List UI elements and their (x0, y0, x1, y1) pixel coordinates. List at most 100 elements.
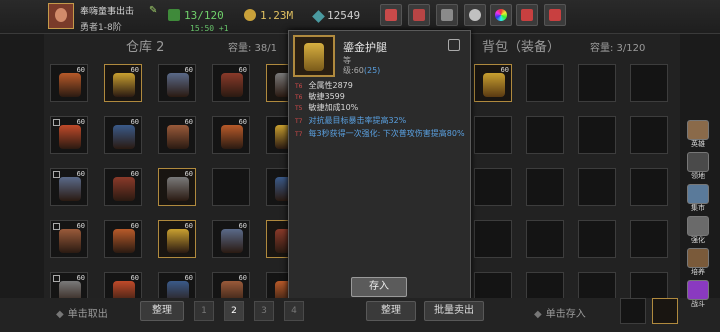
backpack-slot[interactable] (630, 168, 668, 206)
backpack-slot[interactable] (578, 220, 616, 258)
equipment-item-icon (167, 125, 189, 149)
backpack-slot[interactable] (526, 116, 564, 154)
item-level-badge: 60 (76, 222, 85, 230)
warehouse-slot[interactable]: 60 (104, 64, 142, 102)
mail-icon (413, 9, 425, 21)
item-level-badge: 60 (238, 222, 247, 230)
energy-stat: 13/120 (168, 9, 224, 22)
equipment-item-icon (221, 73, 243, 97)
warehouse-slot[interactable]: 60 (158, 220, 196, 258)
warehouse-slot[interactable]: 60 (50, 116, 88, 154)
side-menu-item[interactable]: 培养 (684, 248, 712, 280)
side-menu-item[interactable]: 战斗 (684, 280, 712, 312)
item-level-badge: 60 (184, 274, 193, 282)
equipment-item-icon (59, 177, 81, 201)
equipment-item-icon (113, 229, 135, 253)
equipment-item-icon (113, 125, 135, 149)
store-hint: ◆ 单击存入 (534, 309, 586, 320)
backpack-slot[interactable] (526, 220, 564, 258)
backpack-slot[interactable] (474, 220, 512, 258)
store-button[interactable]: 存入 (351, 277, 407, 297)
warehouse-slot[interactable]: 60 (50, 168, 88, 206)
territory-icon (687, 152, 709, 172)
warehouse-slot[interactable]: 60 (104, 168, 142, 206)
attr-line: T5 敏捷加成10% (295, 103, 359, 112)
backpack-slot[interactable] (578, 116, 616, 154)
warehouse-slot[interactable]: 60 (158, 64, 196, 102)
hero-icon (687, 120, 709, 140)
side-menu-item[interactable]: 强化 (684, 216, 712, 248)
backpack-slot[interactable] (630, 116, 668, 154)
warehouse-slot[interactable]: 60 (50, 220, 88, 258)
close-button[interactable] (544, 4, 566, 26)
warehouse-slot[interactable]: 60 (50, 64, 88, 102)
warehouse-slot[interactable] (212, 168, 250, 206)
equipment-preview-slot[interactable] (652, 298, 678, 324)
equipment-item-icon (113, 73, 135, 97)
attr-line: T6 敏捷3599 (295, 92, 345, 101)
backpack-slot[interactable] (526, 168, 564, 206)
backpack-capacity: 容量: 3/120 (590, 43, 646, 54)
select-marker[interactable] (53, 223, 60, 230)
select-marker[interactable] (53, 275, 60, 282)
page-button[interactable]: 4 (284, 301, 304, 321)
warehouse-slot[interactable]: 60 (104, 220, 142, 258)
side-menu-label: 培养 (691, 268, 705, 276)
sort-warehouse-button[interactable]: 整理 (140, 301, 184, 321)
edit-icon[interactable]: ✎ (149, 5, 157, 16)
batch-sell-button[interactable]: 批量卖出 (424, 301, 484, 321)
side-menu-item[interactable]: 领地 (684, 152, 712, 184)
equipment-item-icon (113, 177, 135, 201)
warehouse-capacity: 容量: 38/1 (228, 43, 278, 54)
color-wheel-button[interactable] (490, 4, 512, 26)
side-menu-label: 领地 (691, 172, 705, 180)
avatar[interactable] (48, 3, 74, 29)
side-menu-item[interactable]: 集市 (684, 184, 712, 216)
warehouse-slot[interactable]: 60 (104, 116, 142, 154)
warehouse-slot[interactable]: 60 (212, 220, 250, 258)
item-level-badge: 60 (184, 118, 193, 126)
select-marker[interactable] (53, 171, 60, 178)
backpack-slot[interactable] (578, 168, 616, 206)
select-marker[interactable] (53, 119, 60, 126)
enhance-icon (687, 216, 709, 236)
equipment-preview-slot[interactable] (620, 298, 646, 324)
warehouse-title: 仓库 2 (126, 40, 165, 55)
lock-icon[interactable] (448, 39, 460, 51)
equipment-item-icon (167, 73, 189, 97)
warehouse-slot[interactable]: 60 (158, 168, 196, 206)
alert-button[interactable] (516, 4, 538, 26)
backpack-slot[interactable]: 60 (474, 64, 512, 102)
side-menu-item[interactable]: 英雄 (684, 120, 712, 152)
sort-backpack-button[interactable]: 整理 (366, 301, 416, 321)
backpack-slot[interactable] (474, 168, 512, 206)
backpack-slot[interactable] (578, 64, 616, 102)
shop-button[interactable] (380, 4, 402, 26)
x-icon (549, 9, 561, 21)
gold-coin-icon (244, 9, 256, 21)
backpack-slot[interactable] (630, 220, 668, 258)
item-level-badge: 60 (130, 66, 139, 74)
backpack-slot[interactable] (630, 64, 668, 102)
item-level: 级:60(25) (343, 66, 381, 75)
gamepad-button[interactable] (436, 4, 458, 26)
item-tooltip: 鎏金护腿 等 级:60(25) T6 全属性2879 T6 敏捷3599 T5 敏捷加… (288, 30, 471, 300)
warehouse-slot[interactable]: 60 (212, 116, 250, 154)
equipment-item-icon (59, 73, 81, 97)
backpack-slot[interactable] (474, 116, 512, 154)
bottom-bar (0, 298, 720, 332)
equipment-item-icon (167, 177, 189, 201)
mail-button[interactable] (408, 4, 430, 26)
page-button[interactable]: 3 (254, 301, 274, 321)
warehouse-slot[interactable]: 60 (212, 64, 250, 102)
item-level-badge: 60 (130, 274, 139, 282)
page-button[interactable]: 1 (194, 301, 214, 321)
settings-button[interactable] (464, 4, 486, 26)
equipment-item-icon (59, 125, 81, 149)
page-button[interactable]: 2 (224, 301, 244, 321)
market-icon (687, 184, 709, 204)
backpack-slot[interactable] (526, 64, 564, 102)
item-level-badge: 60 (130, 222, 139, 230)
take-out-hint: ◆ 单击取出 (56, 309, 108, 320)
warehouse-slot[interactable]: 60 (158, 116, 196, 154)
